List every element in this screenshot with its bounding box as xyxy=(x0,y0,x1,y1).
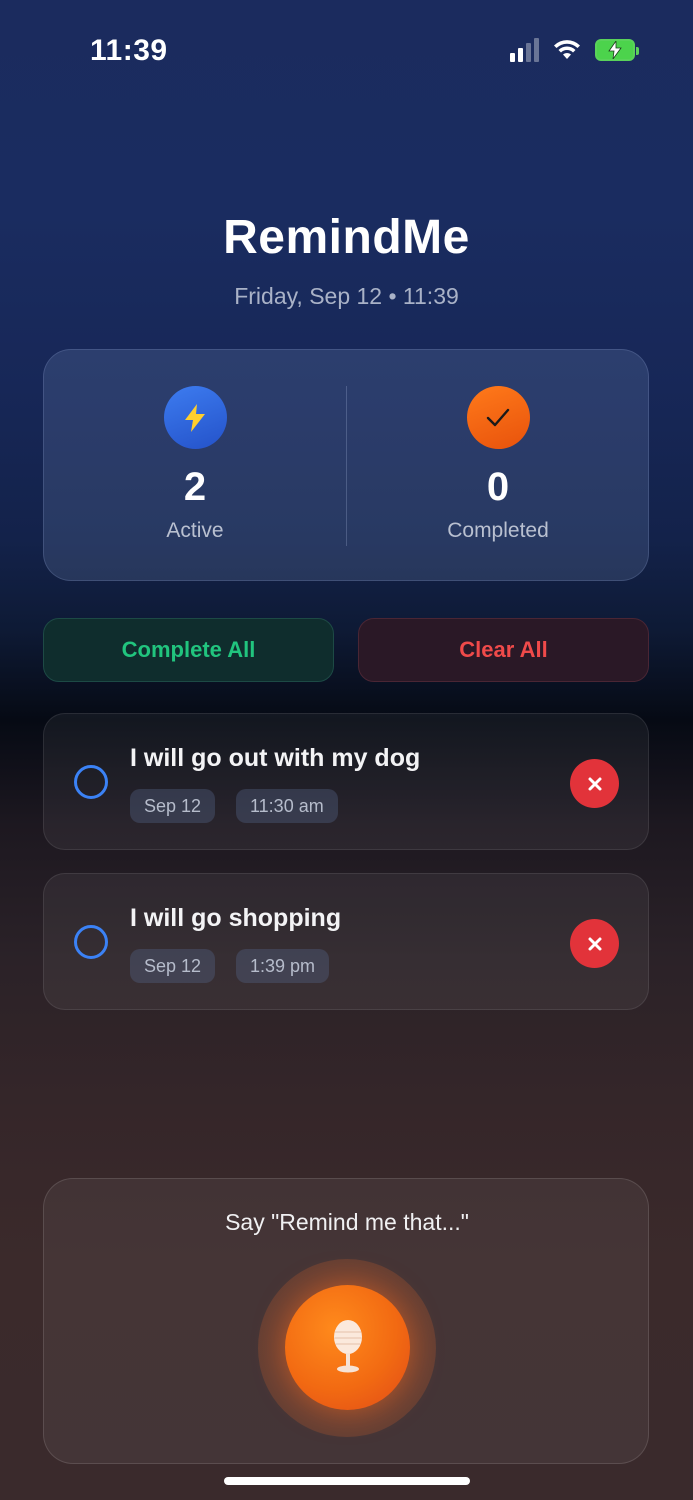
app-title: RemindMe xyxy=(223,211,470,264)
completed-label: Completed xyxy=(447,519,549,542)
status-time: 11:39 xyxy=(90,34,168,67)
delete-reminder-button[interactable] xyxy=(570,919,619,968)
reminder-time-badge: 11:30 am xyxy=(236,789,338,823)
reminder-item[interactable]: I will go shopping Sep 12 1:39 pm xyxy=(43,873,649,1010)
active-label: Active xyxy=(166,519,224,542)
reminder-item[interactable]: I will go out with my dog Sep 12 11:30 a… xyxy=(43,713,649,850)
clear-all-button[interactable]: Clear All xyxy=(358,618,649,682)
date-time-subtitle: Friday, Sep 12 • 11:39 xyxy=(234,283,459,309)
lightning-icon xyxy=(163,386,227,449)
app-screen: 11:39 RemindMe Friday, Sep 12 • 11:39 2 … xyxy=(0,0,693,1500)
cellular-signal-icon xyxy=(510,38,539,62)
complete-toggle-circle-icon[interactable] xyxy=(74,765,108,799)
microphone-button[interactable] xyxy=(285,1285,410,1410)
active-count: 2 xyxy=(183,465,207,509)
checkmark-icon xyxy=(466,386,530,449)
complete-toggle-circle-icon[interactable] xyxy=(74,925,108,959)
voice-prompt-text: Say "Remind me that..." xyxy=(225,1209,469,1235)
complete-all-button[interactable]: Complete All xyxy=(43,618,334,682)
close-icon xyxy=(588,777,601,790)
microphone-icon xyxy=(333,1319,362,1372)
completed-count: 0 xyxy=(486,465,510,509)
completed-stat: 0 Completed xyxy=(347,386,649,543)
close-icon xyxy=(588,937,601,950)
home-indicator[interactable] xyxy=(224,1477,470,1485)
reminder-time-badge: 1:39 pm xyxy=(236,949,330,983)
voice-input-panel: Say "Remind me that..." xyxy=(43,1178,649,1464)
battery-charging-icon xyxy=(595,39,639,61)
status-icons xyxy=(510,38,639,62)
reminder-text: I will go out with my dog xyxy=(130,744,421,772)
wifi-icon xyxy=(554,40,580,59)
active-stat: 2 Active xyxy=(44,386,346,543)
delete-reminder-button[interactable] xyxy=(570,759,619,808)
reminder-date-badge: Sep 12 xyxy=(130,789,216,823)
reminder-text: I will go shopping xyxy=(130,904,342,932)
reminder-date-badge: Sep 12 xyxy=(130,949,216,983)
stats-card: 2 Active 0 Completed xyxy=(43,349,649,581)
